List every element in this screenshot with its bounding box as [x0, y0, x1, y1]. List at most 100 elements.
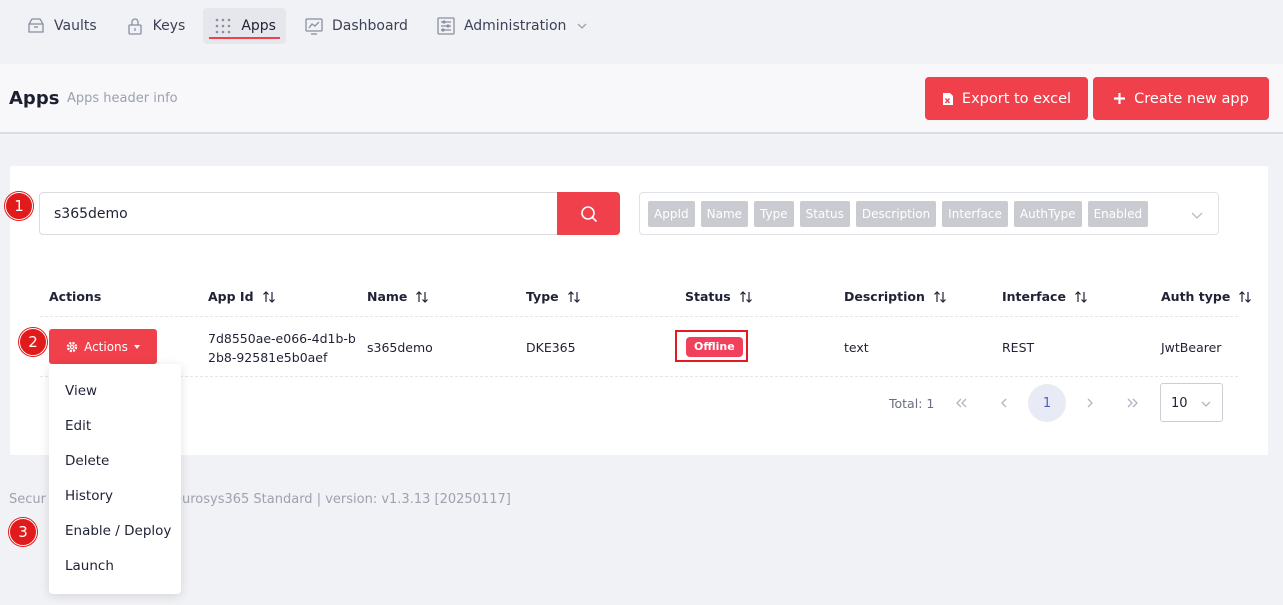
row-actions-label: Actions — [84, 339, 128, 354]
row-actions-button[interactable]: Actions — [49, 329, 157, 364]
nav-label-administration: Administration — [463, 18, 567, 34]
menu-item-history[interactable]: History — [65, 488, 113, 504]
menu-item-delete[interactable]: Delete — [65, 453, 109, 469]
column-header-status[interactable]: Status — [685, 289, 753, 304]
create-new-app-label: Create new app — [1134, 90, 1249, 107]
vault-icon — [28, 18, 44, 33]
footer-text-right: eurosys365 Standard | version: v1.3.13 [… — [173, 492, 511, 507]
sort-icon[interactable] — [567, 290, 581, 304]
first-page-button[interactable] — [942, 384, 980, 422]
sort-icon[interactable] — [1074, 290, 1088, 304]
column-header-label: Type — [526, 289, 559, 304]
status-highlight-box: Offline — [675, 330, 748, 362]
search-box — [39, 192, 620, 235]
page-subtitle: Apps header info — [67, 91, 178, 106]
menu-item-edit[interactable]: Edit — [65, 418, 91, 434]
column-header-label: Auth type — [1161, 289, 1231, 304]
admin-panel-icon — [437, 17, 455, 35]
column-header-auth-type[interactable]: Auth type — [1161, 289, 1252, 304]
sort-icon[interactable] — [739, 290, 753, 304]
column-header-name[interactable]: Name — [367, 289, 429, 304]
pagination-total: Total: 1 — [889, 396, 935, 411]
cell-interface: REST — [1002, 340, 1035, 355]
filter-chip-appid[interactable]: AppId — [648, 200, 695, 227]
step-marker-3: 3 — [9, 518, 37, 546]
double-chevron-left-icon — [956, 398, 967, 408]
column-header-label: Description — [844, 289, 925, 304]
cell-name: s365demo — [367, 340, 433, 355]
column-header-actions: Actions — [49, 289, 101, 304]
chevron-down-icon — [1201, 401, 1211, 407]
export-excel-label: Export to excel — [961, 90, 1072, 107]
column-filter-select[interactable]: AppId Name Type Status Description Inter… — [639, 192, 1219, 235]
sort-icon[interactable] — [262, 290, 276, 304]
plus-icon — [1114, 93, 1126, 104]
nav-item-apps[interactable]: Apps — [203, 8, 286, 44]
last-page-button[interactable] — [1114, 384, 1152, 422]
nav-item-vaults[interactable]: Vaults — [16, 8, 107, 44]
column-header-type[interactable]: Type — [526, 289, 581, 304]
nav-item-dashboard[interactable]: Dashboard — [294, 8, 418, 44]
double-chevron-right-icon — [1127, 398, 1138, 408]
chart-icon — [305, 18, 323, 35]
actions-dropdown-menu: View Edit Delete History Enable / Deploy… — [49, 364, 181, 594]
gear-icon — [66, 341, 78, 352]
cell-auth-type: JwtBearer — [1161, 340, 1222, 355]
menu-item-launch[interactable]: Launch — [65, 558, 114, 574]
menu-item-enable-deploy[interactable]: Enable / Deploy — [65, 523, 171, 539]
cell-description: text — [844, 340, 869, 355]
sort-icon[interactable] — [415, 290, 429, 304]
column-header-description[interactable]: Description — [844, 289, 947, 304]
search-input[interactable] — [40, 193, 557, 234]
status-badge: Offline — [686, 337, 743, 357]
chevron-down-icon — [577, 23, 587, 29]
nav-item-keys[interactable]: Keys — [115, 8, 196, 44]
sort-icon[interactable] — [1238, 290, 1252, 304]
page-number-button[interactable]: 1 — [1028, 384, 1066, 422]
page-header: Apps Apps header info Export to excel Cr… — [0, 64, 1283, 134]
cell-app-id: 7d8550ae-e066-4d1b-b 2b8-92581e5b0aef — [208, 329, 356, 367]
filter-chip-description[interactable]: Description — [855, 200, 937, 227]
filter-chip-authtype[interactable]: AuthType — [1013, 200, 1082, 227]
nav-label-keys: Keys — [152, 18, 186, 34]
chevron-right-icon — [1087, 398, 1093, 408]
app-id-line1: 7d8550ae-e066-4d1b-b — [208, 331, 356, 346]
menu-item-view[interactable]: View — [65, 383, 97, 399]
filter-chip-type[interactable]: Type — [754, 200, 794, 227]
top-navigation: Vaults Keys Apps Dashboard Administratio… — [0, 0, 1283, 52]
nav-item-administration[interactable]: Administration — [426, 8, 598, 44]
filter-chip-enabled[interactable]: Enabled — [1087, 200, 1149, 227]
page-title: Apps — [9, 88, 60, 109]
chevron-down-icon[interactable] — [1190, 208, 1204, 222]
column-header-app-id[interactable]: App Id — [208, 289, 276, 304]
sort-icon[interactable] — [933, 290, 947, 304]
cell-type: DKE365 — [526, 340, 576, 355]
filter-chip-interface[interactable]: Interface — [942, 200, 1008, 227]
lock-icon — [127, 18, 142, 35]
footer-text-left: Secur — [9, 492, 46, 507]
page-size-select[interactable]: 10 — [1160, 383, 1223, 422]
grid-dots-icon — [216, 18, 231, 34]
create-new-app-button[interactable]: Create new app — [1093, 77, 1269, 120]
next-page-button[interactable] — [1071, 384, 1109, 422]
app-id-line2: 2b8-92581e5b0aef — [208, 350, 328, 365]
nav-label-apps: Apps — [241, 18, 276, 34]
prev-page-button[interactable] — [985, 384, 1023, 422]
column-header-label: Status — [685, 289, 731, 304]
column-header-label: App Id — [208, 289, 254, 304]
step-marker-1: 1 — [5, 192, 33, 220]
export-excel-button[interactable]: Export to excel — [925, 77, 1088, 120]
column-header-label: Actions — [49, 289, 102, 304]
nav-label-dashboard: Dashboard — [331, 18, 408, 34]
column-header-interface[interactable]: Interface — [1002, 289, 1088, 304]
column-header-label: Name — [367, 289, 408, 304]
chevron-left-icon — [1001, 398, 1007, 408]
page-size-value: 10 — [1171, 396, 1188, 411]
excel-file-icon — [942, 92, 953, 105]
table-divider — [40, 316, 1238, 317]
search-button[interactable] — [557, 192, 620, 235]
caret-down-icon — [133, 344, 140, 349]
column-header-label: Interface — [1002, 289, 1066, 304]
filter-chip-status[interactable]: Status — [799, 200, 850, 227]
filter-chip-name[interactable]: Name — [700, 200, 749, 227]
